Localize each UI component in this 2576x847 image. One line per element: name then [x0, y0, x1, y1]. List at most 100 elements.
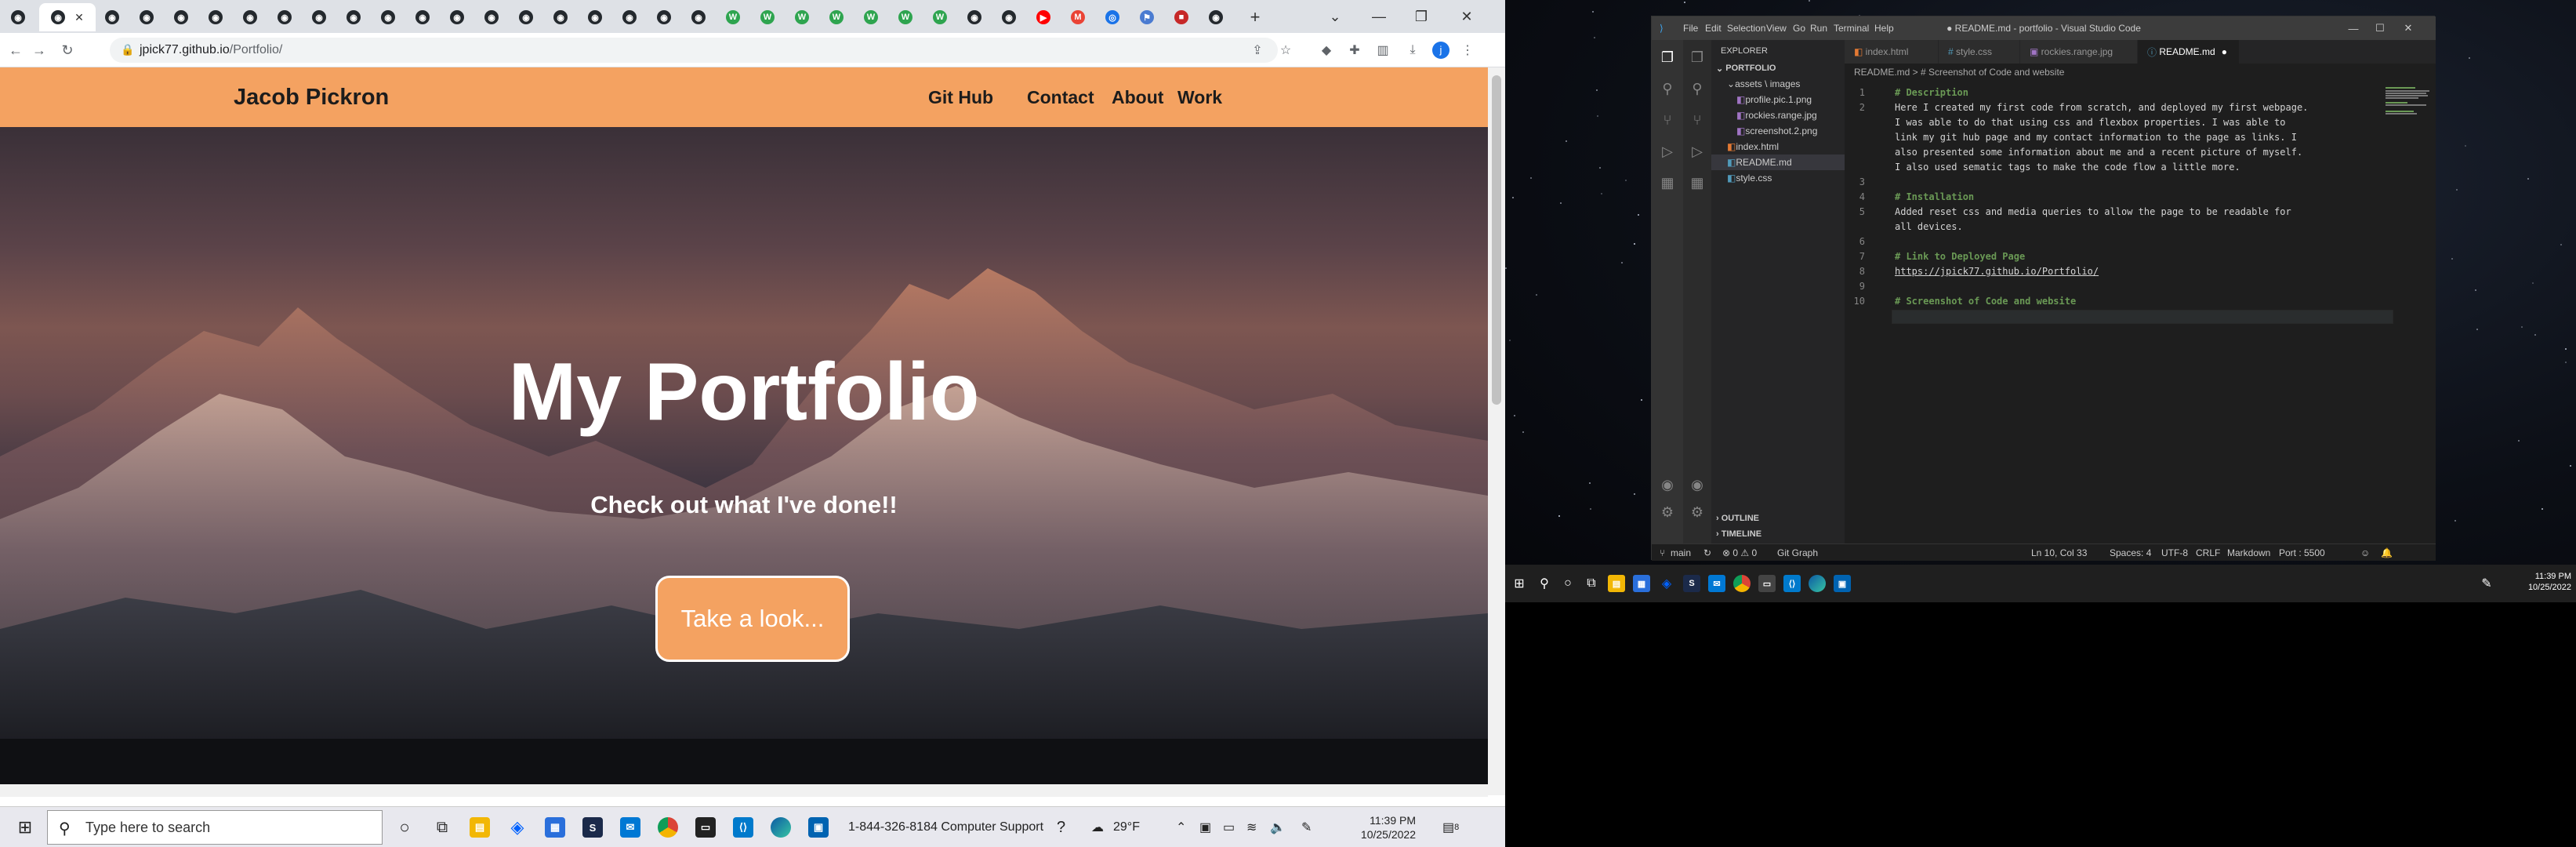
run-debug-icon-2[interactable]: ▷: [1688, 142, 1707, 161]
take-a-look-button[interactable]: Take a look...: [655, 576, 850, 662]
wifi-icon[interactable]: ≋: [1246, 807, 1257, 847]
language-mode[interactable]: Markdown: [2227, 547, 2270, 558]
scrollbar-thumb[interactable]: [1492, 75, 1501, 405]
browser-tab[interactable]: ◉: [168, 3, 194, 31]
live-server-port[interactable]: Port : 5500: [2279, 547, 2325, 558]
browser-tab[interactable]: ◉: [685, 3, 712, 31]
mail-icon-2[interactable]: ✉: [1706, 573, 1728, 594]
support-text[interactable]: 1-844-326-8184 Computer Support: [848, 807, 1043, 847]
browser-tab[interactable]: ◉: [478, 3, 505, 31]
vscode-taskbar-icon[interactable]: ⟨⟩: [727, 812, 759, 843]
nav-link-contact[interactable]: Contact: [1027, 87, 1094, 108]
task-view-icon-2[interactable]: ⧉: [1580, 573, 1602, 594]
settings-gear-icon-2[interactable]: ⚙: [1688, 503, 1707, 522]
explorer-icon[interactable]: ❐: [1658, 48, 1677, 67]
source-control-icon[interactable]: ⑂: [1658, 111, 1677, 129]
browser-tab[interactable]: W: [858, 3, 884, 31]
profile-avatar[interactable]: j: [1431, 41, 1450, 60]
photos-icon-2[interactable]: ▣: [1831, 573, 1853, 594]
explorer-item[interactable]: ◧ README.md: [1711, 154, 1845, 170]
code-line[interactable]: # Installation: [1895, 191, 2365, 202]
vscode-close-button[interactable]: ✕: [2396, 20, 2420, 36]
timeline-section[interactable]: › TIMELINE: [1711, 526, 1845, 542]
source-control-icon-2[interactable]: ⑂: [1688, 111, 1707, 129]
code-line[interactable]: # Screenshot of Code and website: [1895, 296, 2365, 307]
browser-tab[interactable]: ◉: [99, 3, 125, 31]
tab-rockies-jpg[interactable]: ▣ rockies.range.jpg: [2020, 40, 2138, 64]
run-debug-icon[interactable]: ▷: [1658, 142, 1677, 161]
file-explorer-icon[interactable]: ▤: [464, 812, 495, 843]
clock-time[interactable]: 11:39 PM: [1370, 813, 1416, 827]
browser-tab[interactable]: ◉: [271, 3, 298, 31]
close-tab-icon[interactable]: ✕: [74, 11, 84, 24]
vertical-scrollbar[interactable]: [1488, 67, 1505, 795]
menu-go[interactable]: Go: [1793, 23, 1805, 34]
browser-tab[interactable]: ◉: [513, 3, 539, 31]
file-explorer-icon-2[interactable]: ▤: [1605, 573, 1627, 594]
browser-tab[interactable]: ◉: [996, 3, 1022, 31]
pen-icon-2[interactable]: ✎: [2476, 573, 2498, 594]
menu-run[interactable]: Run: [1810, 23, 1827, 34]
code-line[interactable]: # Link to Deployed Page: [1895, 251, 2365, 262]
cursor-position[interactable]: Ln 10, Col 33: [2031, 547, 2087, 558]
tab-readme-md[interactable]: ⓘ README.md ●: [2138, 40, 2240, 64]
browser-tab[interactable]: ◉: [340, 3, 367, 31]
notification-icon[interactable]: ▤ 8: [1442, 807, 1459, 847]
browser-tab[interactable]: ◉ ✕: [39, 3, 96, 31]
chevron-up-icon[interactable]: ⌃: [1176, 807, 1186, 847]
browser-tab[interactable]: ▶: [1030, 3, 1057, 31]
code-line[interactable]: I was able to do that using css and flex…: [1895, 117, 2365, 128]
menu-help[interactable]: Help: [1874, 23, 1894, 34]
menu-view[interactable]: View: [1766, 23, 1787, 34]
browser-tab[interactable]: M: [1065, 3, 1091, 31]
browser-tab[interactable]: ◉: [961, 3, 988, 31]
browser-tab[interactable]: W: [823, 3, 850, 31]
browser-tab[interactable]: W: [927, 3, 953, 31]
back-button[interactable]: ←: [5, 39, 27, 61]
windows-start-icon-2[interactable]: ⊞: [1508, 573, 1530, 594]
browser-tab[interactable]: ◉: [409, 3, 436, 31]
task-view-icon[interactable]: ⧉: [426, 812, 458, 843]
search-icon-2[interactable]: ⚲: [1688, 79, 1707, 98]
browser-tab[interactable]: ◉: [202, 3, 229, 31]
cortana-icon[interactable]: ○: [389, 812, 420, 843]
git-graph-button[interactable]: Git Graph: [1777, 547, 1818, 558]
search-icon[interactable]: ⚲: [1658, 79, 1677, 98]
minimize-button[interactable]: —: [1361, 0, 1397, 33]
downloads-icon[interactable]: ⤓: [1403, 41, 1422, 60]
tab-index-html[interactable]: ◧ index.html: [1845, 40, 1939, 64]
branch-name[interactable]: main: [1671, 547, 1691, 558]
edge-icon[interactable]: [765, 812, 796, 843]
encoding[interactable]: UTF-8: [2161, 547, 2188, 558]
help-icon[interactable]: ?: [1057, 807, 1065, 847]
browser-tab[interactable]: ⚑: [1134, 3, 1160, 31]
explorer-item[interactable]: ◧ profile.pic.1.png: [1711, 92, 1845, 107]
dropbox-icon-2[interactable]: ◈: [1656, 573, 1678, 594]
browser-tab[interactable]: ◉: [375, 3, 401, 31]
menu-edit[interactable]: Edit: [1705, 23, 1722, 34]
vscode-minimize-button[interactable]: —: [2342, 20, 2365, 36]
battery-icon[interactable]: ▭: [1223, 807, 1235, 847]
browser-tab[interactable]: ■: [1168, 3, 1195, 31]
store-icon[interactable]: ▦: [539, 812, 571, 843]
extensions-icon-2[interactable]: ▦: [1688, 173, 1707, 192]
chrome-icon-2[interactable]: [1731, 573, 1753, 594]
account-icon[interactable]: ◉: [1658, 475, 1677, 494]
nav-link-about[interactable]: About: [1112, 87, 1163, 108]
forward-button[interactable]: →: [28, 39, 50, 61]
code-line[interactable]: Added reset css and media queries to all…: [1895, 206, 2365, 217]
code-line[interactable]: Here I created my first code from scratc…: [1895, 102, 2365, 113]
horizontal-scrollbar[interactable]: [0, 784, 1488, 797]
bookmark-star-icon[interactable]: ☆: [1276, 41, 1295, 60]
side-panel-icon[interactable]: ▥: [1373, 41, 1392, 60]
browser-tab[interactable]: ◉: [133, 3, 160, 31]
line-endings[interactable]: CRLF: [2196, 547, 2220, 558]
maximize-button[interactable]: ❐: [1403, 0, 1439, 33]
cortana-icon-2[interactable]: ○: [1557, 573, 1579, 594]
browser-tab[interactable]: W: [754, 3, 781, 31]
menu-file[interactable]: File: [1683, 23, 1698, 34]
extensions-icon[interactable]: ▦: [1658, 173, 1677, 192]
code-line[interactable]: also presented some information about me…: [1895, 147, 2365, 158]
vscode-icon-2[interactable]: ⟨⟩: [1781, 573, 1803, 594]
taskbar-search[interactable]: ⚲ Type here to search: [47, 810, 383, 845]
